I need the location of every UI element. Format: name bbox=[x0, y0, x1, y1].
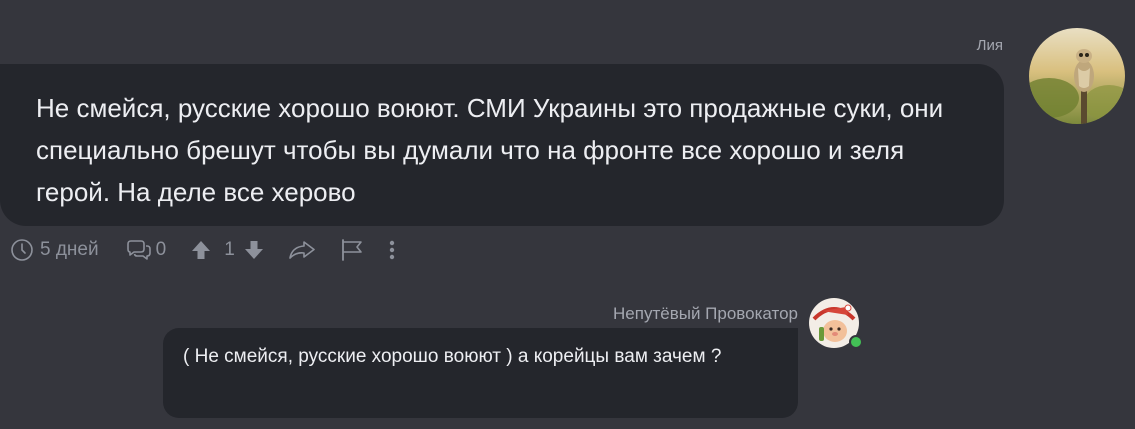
downvote-icon bbox=[244, 241, 263, 259]
report-button[interactable] bbox=[339, 238, 365, 262]
more-button[interactable] bbox=[387, 238, 397, 262]
share-icon bbox=[288, 241, 315, 259]
avatar[interactable] bbox=[1029, 28, 1125, 124]
timestamp[interactable]: 5 дней bbox=[10, 238, 99, 262]
upvote-icon bbox=[192, 241, 211, 259]
timestamp-text: 5 дней bbox=[40, 239, 99, 260]
downvote-button[interactable] bbox=[243, 238, 265, 262]
message-bubble: Не смейся, русские хорошо воюют. СМИ Укр… bbox=[0, 64, 1004, 226]
owl-photo-avatar bbox=[1029, 28, 1125, 124]
comment-icon bbox=[126, 240, 151, 260]
more-icon bbox=[389, 240, 394, 260]
replies-count: 0 bbox=[155, 239, 167, 260]
message-bubble: ( Не смейся, русские хорошо воюют ) а ко… bbox=[163, 328, 798, 418]
online-status-dot bbox=[849, 335, 863, 349]
vote-score: 1 bbox=[224, 239, 235, 260]
replies-button[interactable]: 0 bbox=[125, 238, 167, 262]
message-author[interactable]: Непутёвый Провокатор bbox=[613, 304, 798, 324]
message-author[interactable]: Лия bbox=[977, 37, 1003, 54]
message-actions: 5 дней 0 1 bbox=[10, 236, 397, 264]
upvote-button[interactable] bbox=[190, 238, 212, 262]
avatar[interactable] bbox=[808, 297, 863, 349]
clock-icon bbox=[11, 239, 33, 261]
flag-icon bbox=[341, 239, 362, 261]
share-button[interactable] bbox=[287, 238, 317, 262]
